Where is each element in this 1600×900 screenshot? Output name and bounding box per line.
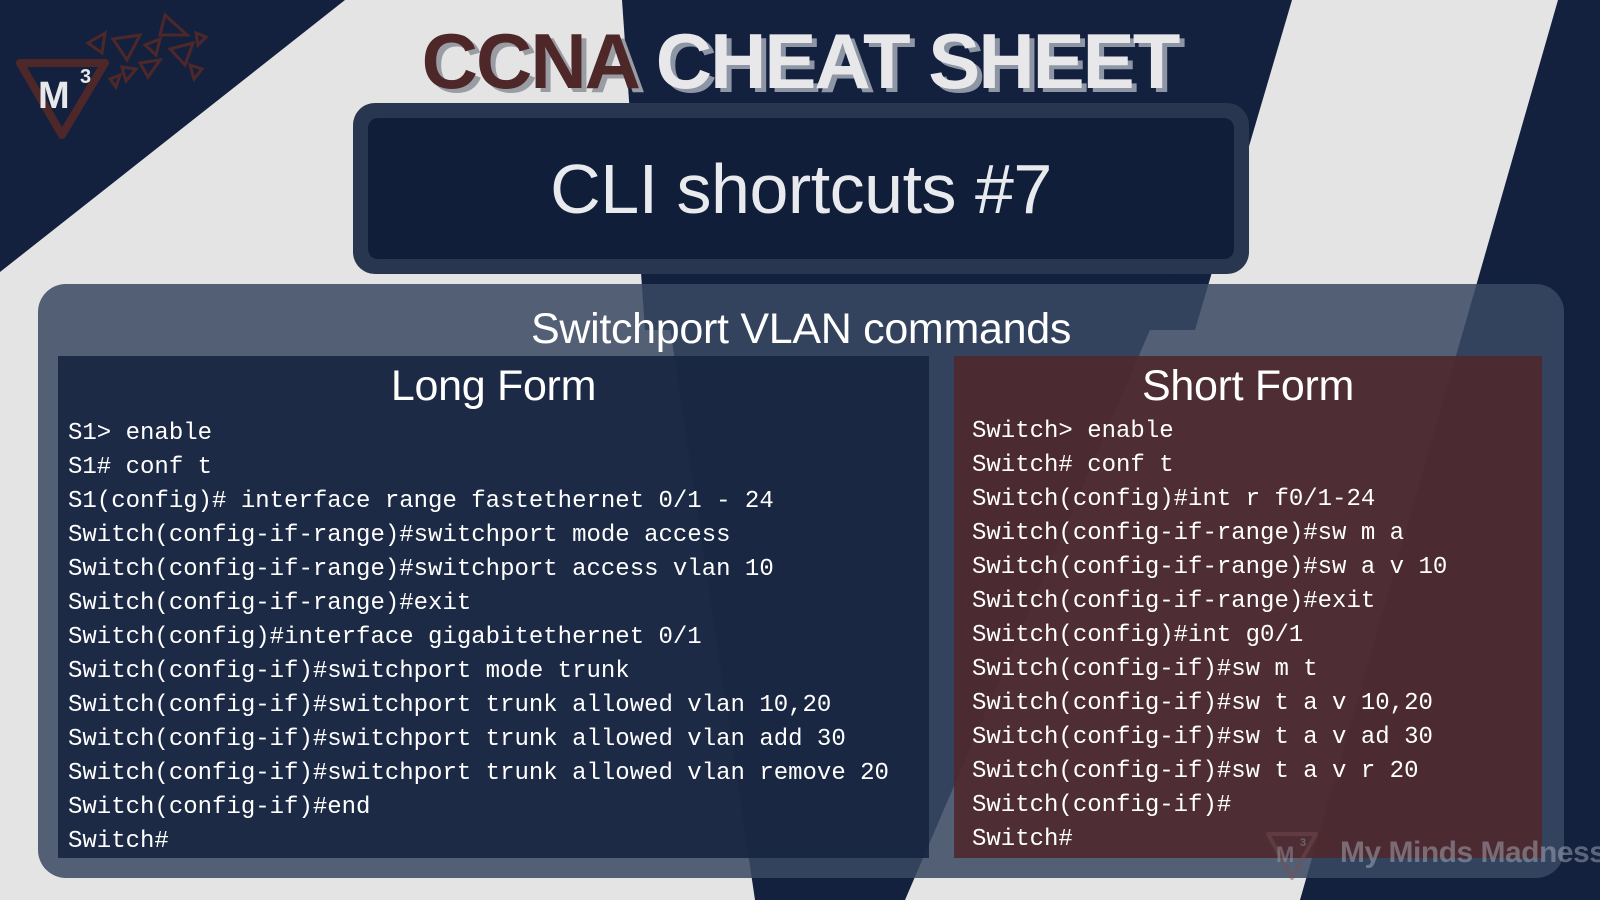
command-line: Switch(config)#interface gigabitethernet… [68,624,702,651]
short-form-title: Short Form [1141,362,1355,410]
command-line: S1> enable [68,420,213,447]
command-line: Switch(config-if-range)#exit [972,588,1376,615]
command-line: Switch(config-if)#sw m t [972,656,1318,683]
page-title: CCNA CHEAT SHEET [0,14,1600,109]
section-title: Switchport VLAN commands [530,305,1072,353]
command-line: S1(config)# interface range fastethernet… [68,488,774,515]
long-form-command-list: S1> enable S1# conf t S1(config)# interf… [68,417,889,859]
command-line: Switch(config-if)#sw t a v ad 30 [972,724,1433,751]
short-form-column: Short Form Switch> enable Switch# conf t… [954,356,1542,858]
command-line: Switch> enable [972,418,1174,445]
title-part-cheat-sheet: CHEAT SHEET [655,17,1181,105]
command-line: Switch(config-if-range)#exit [68,590,472,617]
watermark-logo-superscript: 3 [1300,837,1306,849]
command-line: Switch(config-if)#switchport trunk allow… [68,692,832,719]
command-line: S1# conf t [68,454,213,481]
command-line: Switch(config-if-range)#sw a v 10 [972,554,1448,581]
long-form-column: Long Form S1> enable S1# conf t S1(confi… [58,356,929,858]
commands-panel: Switchport VLAN commands Long Form S1> e… [38,284,1564,878]
subtitle-text: CLI shortcuts #7 [368,118,1234,259]
command-line: Switch# [68,828,169,855]
command-line: Switch(config-if-range)#switchport mode … [68,522,731,549]
command-line: Switch(config)#int g0/1 [972,622,1304,649]
short-form-command-list: Switch> enable Switch# conf t Switch(con… [972,415,1447,857]
title-part-ccna: CCNA [421,17,638,105]
command-line: Switch(config-if)#end [68,794,371,821]
command-line: Switch(config-if-range)#switchport acces… [68,556,774,583]
command-line: Switch(config-if)# [972,792,1232,819]
long-form-title: Long Form [390,362,597,410]
command-line: Switch(config)#int r f0/1-24 [972,486,1376,513]
command-line: Switch(config-if)#sw t a v r 20 [972,758,1419,785]
watermark-logo-text: M [1276,842,1294,867]
command-line: Switch# conf t [972,452,1174,479]
command-line: Switch(config-if)#sw t a v 10,20 [972,690,1433,717]
command-line: Switch(config-if)#switchport mode trunk [68,658,630,685]
watermark-text: My Minds Madness [1340,836,1600,869]
command-line: Switch(config-if-range)#sw m a [972,520,1405,547]
command-line: Switch(config-if)#switchport trunk allow… [68,726,846,753]
command-line: Switch(config-if)#switchport trunk allow… [68,760,889,787]
subtitle-box: CLI shortcuts #7 [353,103,1249,274]
